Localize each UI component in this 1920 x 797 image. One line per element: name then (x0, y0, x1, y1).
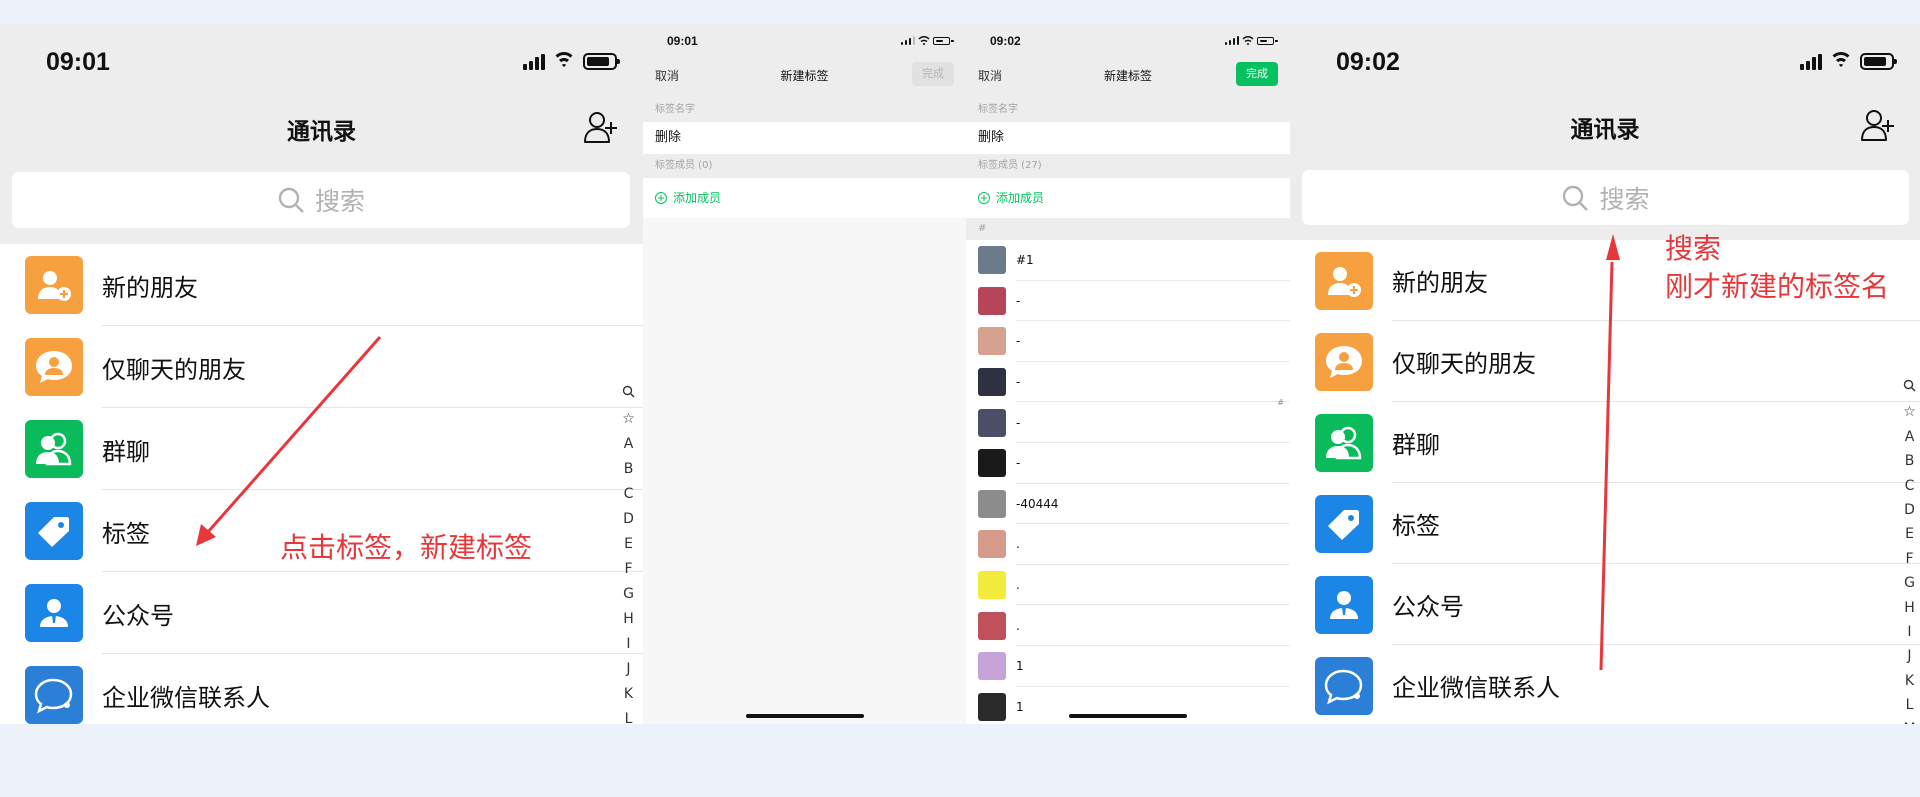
member-name: - (1016, 334, 1021, 349)
contacts-screen-after: 09:02 通讯录 搜索 新的朋友 仅聊天的朋友 群聊 标签 公众号 企业微信联… (1290, 24, 1920, 724)
member-row[interactable]: 1 (966, 686, 1290, 724)
battery-icon (1257, 37, 1278, 45)
status-icons (1225, 36, 1278, 45)
member-avatar (978, 489, 1006, 518)
annotation-line: 搜索 (1665, 232, 1722, 265)
tag-members-section-header: 标签成员 (27) (966, 154, 1290, 178)
tag-name-section-header: 标签名字 (966, 98, 1290, 122)
status-icons (901, 36, 954, 45)
member-row[interactable]: . (966, 605, 1290, 646)
member-list: #1 - - - - - -40444... 1 1 (966, 240, 1290, 724)
tag-members-section-header: 标签成员 (0) (643, 154, 966, 178)
status-time: 09:01 (667, 34, 698, 48)
done-button[interactable]: 完成 (1236, 62, 1278, 86)
signal-icon (1225, 36, 1239, 45)
member-avatar (978, 652, 1006, 681)
wifi-icon (918, 36, 930, 45)
member-name: . (1016, 618, 1020, 633)
member-avatar (978, 611, 1006, 640)
new-tag-screen-empty: 09:01 取消 新建标签 完成 标签名字 删除 标签成员 (0) 添加成员 (643, 24, 966, 724)
signal-icon (901, 36, 915, 45)
member-name: - (1016, 293, 1021, 308)
member-row[interactable]: - (966, 321, 1290, 362)
status-time: 09:02 (990, 34, 1021, 48)
member-avatar (978, 286, 1006, 315)
annotation-arrow (1599, 234, 1620, 671)
member-avatar (978, 692, 1006, 721)
member-row[interactable]: . (966, 524, 1290, 565)
member-row[interactable]: - (966, 361, 1290, 403)
member-avatar (978, 408, 1006, 437)
member-avatar (978, 449, 1006, 478)
index-hash-icon[interactable]: # (1277, 398, 1284, 407)
nav-bar: 取消 新建标签 完成 (643, 50, 966, 98)
member-name: -40444 (1016, 496, 1059, 511)
new-tag-screen-with-members: 09:02 取消 新建标签 完成 标签名字 删除 标签成员 (27) 添加成员 … (966, 24, 1290, 724)
member-name: - (1016, 375, 1021, 390)
add-member-button[interactable]: 添加成员 (643, 178, 966, 218)
tag-name-input[interactable]: 删除 (966, 122, 1290, 154)
member-row[interactable]: - (966, 280, 1290, 322)
member-row[interactable]: - (966, 402, 1290, 443)
member-row[interactable]: - (966, 442, 1290, 484)
member-name: 1 (1016, 699, 1024, 714)
member-name: . (1016, 578, 1020, 593)
member-row[interactable]: #1 (966, 240, 1290, 281)
member-avatar (978, 327, 1006, 356)
add-member-label: 添加成员 (673, 191, 722, 205)
annotation-text: 点击标签，新建标签 (280, 531, 533, 564)
tag-name-section-header: 标签名字 (643, 98, 966, 122)
annotation-text: 搜索 刚才新建的标签名 (1665, 230, 1889, 306)
member-avatar (978, 571, 1006, 600)
member-name: . (1016, 537, 1020, 552)
add-member-label: 添加成员 (996, 191, 1045, 205)
add-member-button[interactable]: 添加成员 (966, 178, 1290, 218)
contacts-screen-before: 09:01 通讯录 搜索 新的朋友 仅聊天的朋友 群聊 标签 公众号 企业微信联… (0, 24, 643, 724)
member-row[interactable]: 1 (966, 645, 1290, 687)
member-avatar (978, 530, 1006, 559)
member-group-header: # (966, 218, 1290, 240)
tag-name-input[interactable]: 删除 (643, 122, 966, 154)
annotation-arrow (196, 336, 382, 546)
member-name: 1 (1016, 659, 1024, 674)
annotation-line: 刚才新建的标签名 (1665, 270, 1890, 303)
empty-area (643, 218, 966, 724)
member-name: - (1016, 415, 1021, 430)
member-avatar (978, 246, 1006, 275)
member-avatar (978, 368, 1006, 397)
nav-bar: 取消 新建标签 完成 (966, 50, 1290, 98)
add-circle-icon (978, 192, 990, 204)
member-row[interactable]: -40444 (966, 483, 1290, 525)
add-circle-icon (655, 192, 667, 204)
home-indicator[interactable] (745, 714, 864, 718)
member-row[interactable]: . (966, 564, 1290, 606)
member-name: - (1016, 456, 1021, 471)
status-bar: 09:02 (966, 24, 1290, 50)
done-button-disabled[interactable]: 完成 (912, 62, 954, 86)
status-bar: 09:01 (643, 24, 966, 50)
home-indicator[interactable] (1069, 714, 1187, 718)
battery-icon (933, 37, 954, 45)
wifi-icon (1242, 36, 1254, 45)
member-name: #1 (1016, 253, 1034, 268)
